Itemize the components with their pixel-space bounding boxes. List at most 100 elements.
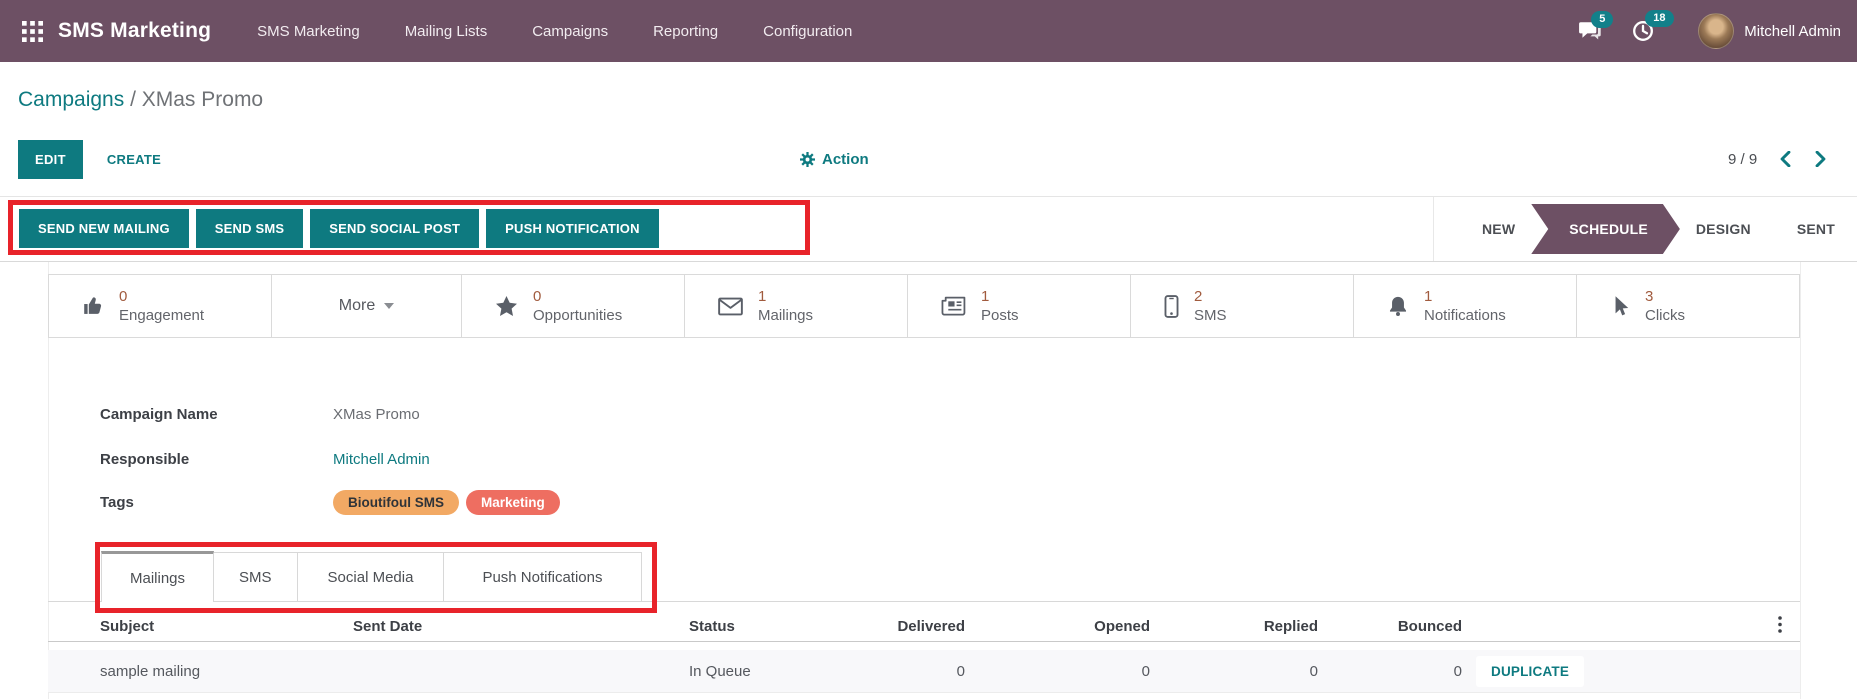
topbar-right: 5 18 Mitchell Admin <box>1578 13 1841 49</box>
table-row[interactable]: sample mailing In Queue 0 0 0 0 DUPLICAT… <box>48 650 1800 693</box>
pager-previous-icon[interactable] <box>1779 151 1792 167</box>
cursor-icon <box>1610 295 1630 318</box>
stat-button-more[interactable]: More <box>272 275 462 337</box>
stage-design[interactable]: DESIGN <box>1674 204 1773 254</box>
action-menu-button[interactable]: Action <box>800 139 869 179</box>
pager-next-icon[interactable] <box>1814 151 1827 167</box>
sheet-right-edge <box>1800 262 1801 699</box>
menu-reporting[interactable]: Reporting <box>653 23 718 40</box>
tab-social-media[interactable]: Social Media <box>298 552 445 601</box>
row-delivered: 0 <box>795 663 965 680</box>
stat-label: SMS <box>1194 306 1227 326</box>
duplicate-button[interactable]: DUPLICATE <box>1476 656 1584 687</box>
tab-push-notifications[interactable]: Push Notifications <box>444 552 641 601</box>
breadcrumb-campaigns-link[interactable]: Campaigns <box>18 88 124 111</box>
stage-statusbar: NEW SCHEDULE DESIGN SENT <box>1433 197 1857 261</box>
row-opened: 0 <box>965 663 1150 680</box>
pager-count: 9 / 9 <box>1728 151 1757 168</box>
stat-value: 1 <box>758 287 813 307</box>
newspaper-icon <box>941 296 966 316</box>
more-label: More <box>339 297 375 315</box>
breadcrumb-current: XMas Promo <box>142 88 263 111</box>
stat-label: Engagement <box>119 306 204 326</box>
record-pager: 9 / 9 <box>1728 139 1827 179</box>
stage-schedule-active[interactable]: SCHEDULE <box>1531 204 1680 254</box>
stat-value: 2 <box>1194 287 1227 307</box>
row-replied: 0 <box>1150 663 1318 680</box>
activities-button[interactable]: 18 <box>1632 20 1654 42</box>
messages-badge: 5 <box>1591 11 1613 28</box>
column-opened[interactable]: Opened <box>965 618 1150 635</box>
star-icon <box>495 295 518 318</box>
thumbs-up-icon <box>82 295 104 317</box>
stat-value: 0 <box>533 287 622 307</box>
field-campaign-name: Campaign Name XMas Promo <box>100 399 420 429</box>
column-bounced[interactable]: Bounced <box>1318 618 1462 635</box>
stat-value: 0 <box>119 287 204 307</box>
user-menu[interactable]: Mitchell Admin <box>1744 23 1841 40</box>
menu-mailing-lists[interactable]: Mailing Lists <box>405 23 488 40</box>
top-menu: SMS Marketing Mailing Lists Campaigns Re… <box>257 23 852 40</box>
responsible-user-link[interactable]: Mitchell Admin <box>333 451 430 468</box>
stat-button-sms[interactable]: 2 SMS <box>1131 275 1354 337</box>
menu-configuration[interactable]: Configuration <box>763 23 852 40</box>
column-replied[interactable]: Replied <box>1150 618 1318 635</box>
breadcrumb-separator: / <box>124 88 142 111</box>
tab-mailings[interactable]: Mailings <box>101 551 214 602</box>
stat-value: 1 <box>1424 287 1506 307</box>
push-notification-button[interactable]: PUSH NOTIFICATION <box>486 209 659 248</box>
notebook-tabs: Mailings SMS Social Media Push Notificat… <box>48 552 1800 602</box>
stat-label: Opportunities <box>533 306 622 326</box>
mailings-table-header: Subject Sent Date Status Delivered Opene… <box>48 612 1800 642</box>
tag-bioutifoul-sms[interactable]: Bioutifoul SMS <box>333 490 459 515</box>
column-options-button[interactable] <box>1700 616 1800 637</box>
column-subject[interactable]: Subject <box>48 618 353 635</box>
send-sms-button[interactable]: SEND SMS <box>196 209 304 248</box>
stat-button-engagement[interactable]: 0 Engagement <box>49 275 272 337</box>
stat-button-notifications[interactable]: 1 Notifications <box>1354 275 1577 337</box>
tags-label: Tags <box>100 494 333 511</box>
stat-button-posts[interactable]: 1 Posts <box>908 275 1131 337</box>
column-status[interactable]: Status <box>689 618 795 635</box>
send-new-mailing-button[interactable]: SEND NEW MAILING <box>19 209 189 248</box>
stage-new[interactable]: NEW <box>1460 204 1537 254</box>
stat-value: 1 <box>981 287 1019 307</box>
send-social-post-button[interactable]: SEND SOCIAL POST <box>310 209 479 248</box>
tab-sms[interactable]: SMS <box>214 552 298 601</box>
stage-separator-chevron <box>1773 204 1775 254</box>
vertical-dots-icon <box>1778 616 1782 633</box>
responsible-label: Responsible <box>100 451 333 468</box>
user-avatar[interactable] <box>1698 13 1734 49</box>
stat-label: Clicks <box>1645 306 1685 326</box>
apps-menu-button[interactable] <box>22 21 43 42</box>
breadcrumb: Campaigns / XMas Promo <box>18 88 263 112</box>
stat-button-mailings[interactable]: 1 Mailings <box>685 275 908 337</box>
column-sent-date[interactable]: Sent Date <box>353 618 689 635</box>
column-delivered[interactable]: Delivered <box>795 618 965 635</box>
messages-button[interactable]: 5 <box>1578 21 1602 42</box>
envelope-icon <box>718 297 743 316</box>
mobile-icon <box>1164 295 1179 318</box>
campaign-name-label: Campaign Name <box>100 406 333 423</box>
edit-button[interactable]: EDIT <box>18 140 83 179</box>
tag-marketing[interactable]: Marketing <box>466 490 560 515</box>
stat-label: Mailings <box>758 306 813 326</box>
row-status: In Queue <box>689 663 795 680</box>
control-panel-buttons: EDIT CREATE <box>18 139 161 179</box>
top-navbar: SMS Marketing SMS Marketing Mailing List… <box>0 0 1857 62</box>
create-button[interactable]: CREATE <box>107 152 161 167</box>
stat-label: Posts <box>981 306 1019 326</box>
stat-label: Notifications <box>1424 306 1506 326</box>
tags-list: Bioutifoul SMS Marketing <box>333 490 560 515</box>
menu-sms-marketing[interactable]: SMS Marketing <box>257 23 360 40</box>
stat-button-strip: 0 Engagement More 0 Opportunities 1 <box>48 274 1800 338</box>
menu-campaigns[interactable]: Campaigns <box>532 23 608 40</box>
stage-sent[interactable]: SENT <box>1775 204 1857 254</box>
stat-button-clicks[interactable]: 3 Clicks <box>1577 275 1799 337</box>
bell-icon <box>1387 295 1409 318</box>
stat-button-opportunities[interactable]: 0 Opportunities <box>462 275 685 337</box>
field-responsible: Responsible Mitchell Admin <box>100 444 430 474</box>
action-label: Action <box>822 151 869 168</box>
send-buttons-group: SEND NEW MAILING SEND SMS SEND SOCIAL PO… <box>19 209 659 248</box>
row-subject: sample mailing <box>48 663 353 680</box>
